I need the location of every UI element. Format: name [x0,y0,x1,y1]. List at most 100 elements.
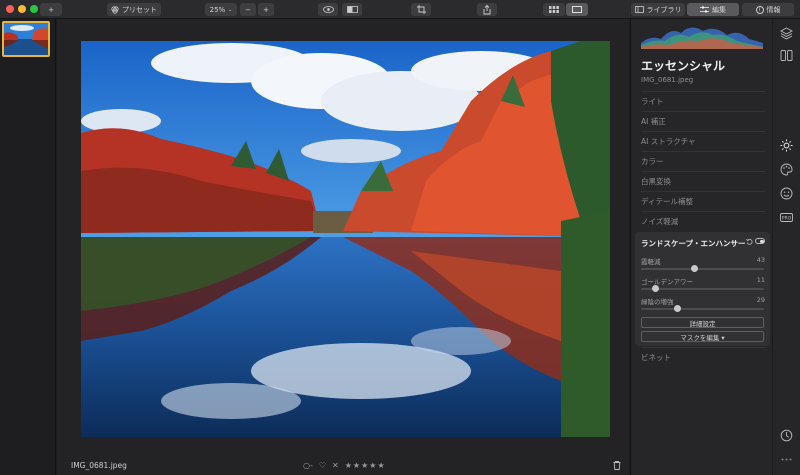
preview-toggle-button[interactable] [318,3,338,16]
slider-label-golden-hour: ゴールデンアワー [641,278,693,286]
tool-light[interactable]: ライト [641,91,765,111]
zoom-in-label: + [263,5,269,14]
info-icon: i [755,5,764,14]
share-icon [483,4,491,14]
sliders-icon [700,6,709,13]
tool-label: ノイズ軽減 [641,217,679,226]
advanced-settings-label: 詳細設定 [689,319,716,328]
panel-filename: IMG_0681.jpeg [641,76,694,84]
slider-knob[interactable] [690,265,698,272]
histogram [641,21,763,49]
tool-box-title: ランドスケープ・エンハンサー [641,239,746,248]
visibility-toggle[interactable] [755,238,765,244]
tool-details[interactable]: ディテール補整 [641,191,765,211]
face-icon[interactable] [780,187,793,200]
tool-label: AI ストラクチャ [641,137,696,146]
rating-bar: ○- ♡ ✕ ★★★★★ [303,461,386,470]
tool-label: 白黒変換 [641,177,671,186]
trash-icon [613,461,621,470]
layers-icon[interactable] [780,27,793,40]
svg-text:PRO: PRO [782,216,792,222]
tool-label: AI 補正 [641,117,666,126]
chevron-down-icon: ⌄ [228,6,233,13]
slider-dehaze[interactable] [641,265,764,272]
more-icon[interactable] [780,453,793,466]
crop-button[interactable] [411,3,431,16]
image-canvas: IMG_0681.jpeg ○- ♡ ✕ ★★★★★ [57,19,629,475]
panel-title: エッセンシャル [641,59,726,73]
slider-value-dehaze: 43 [756,256,765,264]
favorite-button[interactable]: ♡ [319,461,326,470]
grid-view-button[interactable] [543,3,565,16]
zoom-out-label: − [245,5,251,14]
split-view-icon [346,6,358,13]
tool-denoise[interactable]: ノイズ軽減 [641,211,765,231]
add-label: + [48,5,54,14]
slider-knob[interactable] [651,285,659,292]
slider-knob[interactable] [673,305,681,312]
minimize-window-button[interactable] [18,5,26,13]
photo-preview[interactable] [81,41,610,437]
presets-label: プリセット [122,5,157,14]
edit-mask-button[interactable]: マスクを編集 ▾ [641,331,764,342]
toggle-knob [760,239,764,243]
tool-ai-enhance[interactable]: AI 補正 [641,111,765,131]
zoom-window-button[interactable] [30,5,38,13]
tool-black-white[interactable]: 白黒変換 [641,171,765,191]
tool-color[interactable]: カラー [641,151,765,171]
close-window-button[interactable] [6,5,14,13]
sun-icon[interactable] [780,139,793,152]
slider-value-foliage: 29 [756,296,765,304]
star-rating[interactable]: ★★★★★ [345,461,386,470]
compare-view-button[interactable] [342,3,362,16]
tab-info-label: 情報 [766,5,781,14]
tab-edit-label: 編集 [712,5,726,14]
tool-label: ディテール補整 [641,197,693,206]
tab-edit[interactable]: 編集 [687,3,739,16]
zoom-in-button[interactable]: + [258,3,274,16]
tool-vignette[interactable]: ビネット [641,347,765,367]
photo-filename: IMG_0681.jpeg [71,461,127,470]
filmstrip [0,19,56,475]
eye-icon [322,6,334,13]
presets-button[interactable]: プリセット [107,3,161,16]
trash-button[interactable] [613,461,621,472]
tab-info[interactable]: i 情報 [742,3,794,16]
tool-category-rail: PRO [773,19,800,475]
slider-foliage[interactable] [641,305,764,312]
slider-label-dehaze: 霞軽減 [641,258,661,266]
crop-icon [416,5,426,14]
pro-icon[interactable]: PRO [780,211,793,224]
add-button[interactable]: + [40,3,62,16]
color-label-button[interactable]: ○- [303,461,313,470]
edit-panel: エッセンシャル IMG_0681.jpeg ライト AI 補正 AI ストラクチ… [630,19,772,475]
presets-icon [111,5,119,14]
palette-icon[interactable] [780,163,793,176]
reset-icon[interactable] [746,238,753,245]
tab-library-label: ライブラリ [646,5,682,14]
grid-icon [549,6,559,13]
single-view-button[interactable] [566,3,588,16]
tool-ai-structure[interactable]: AI ストラクチャ [641,131,765,151]
compare-icon[interactable] [780,49,793,62]
toolbar: + プリセット 25% ⌄ − + ライブラリ 編集 i 情報 [0,0,800,19]
slider-golden-hour[interactable] [641,285,764,292]
tool-label: ライト [641,97,664,106]
library-icon [634,6,644,13]
reject-button[interactable]: ✕ [332,461,339,470]
tab-library[interactable]: ライブラリ [631,3,685,16]
zoom-select[interactable]: 25% ⌄ [205,3,237,16]
zoom-value: 25% [209,5,226,14]
landscape-enhancer-panel: ランドスケープ・エンハンサー 霞軽減 43 ゴールデンアワー 11 緑陰の増強 … [635,232,770,346]
tool-label: ビネット [641,353,671,362]
single-view-icon [572,6,582,13]
share-button[interactable] [477,3,497,16]
history-icon[interactable] [780,429,793,442]
advanced-settings-button[interactable]: 詳細設定 [641,317,764,328]
edit-mask-label: マスクを編集 ▾ [680,333,725,342]
slider-label-foliage: 緑陰の増強 [641,298,674,306]
photo-thumbnail[interactable] [2,21,50,57]
tool-label: カラー [641,157,664,166]
slider-value-golden-hour: 11 [756,276,765,284]
zoom-out-button[interactable]: − [240,3,256,16]
